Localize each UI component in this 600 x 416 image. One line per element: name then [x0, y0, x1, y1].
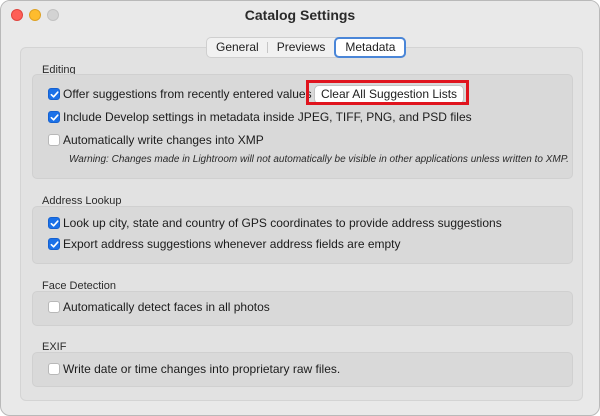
auto-write-xmp-checkbox[interactable] — [48, 134, 60, 146]
tab-previews[interactable]: Previews — [268, 38, 335, 57]
tab-general[interactable]: General — [207, 38, 268, 57]
offer-suggestions-checkbox[interactable] — [48, 88, 60, 100]
auto-write-xmp-row[interactable]: Automatically write changes into XMP — [48, 132, 264, 148]
highlight-box — [306, 80, 469, 105]
export-suggestions-row[interactable]: Export address suggestions whenever addr… — [48, 236, 401, 252]
write-date-row[interactable]: Write date or time changes into propriet… — [48, 361, 340, 377]
lookup-gps-label: Look up city, state and country of GPS c… — [63, 216, 502, 230]
lookup-gps-row[interactable]: Look up city, state and country of GPS c… — [48, 215, 502, 231]
offer-suggestions-row[interactable]: Offer suggestions from recently entered … — [48, 86, 312, 102]
export-suggestions-checkbox[interactable] — [48, 238, 60, 250]
auto-detect-faces-row[interactable]: Automatically detect faces in all photos — [48, 299, 270, 315]
auto-detect-faces-checkbox[interactable] — [48, 301, 60, 313]
include-develop-label: Include Develop settings in metadata ins… — [63, 110, 472, 124]
offer-suggestions-label: Offer suggestions from recently entered … — [63, 87, 312, 101]
auto-write-xmp-label: Automatically write changes into XMP — [63, 133, 264, 147]
write-date-label: Write date or time changes into propriet… — [63, 362, 341, 376]
tab-metadata[interactable]: Metadata — [334, 37, 407, 58]
auto-detect-faces-label: Automatically detect faces in all photos — [63, 300, 270, 314]
write-date-checkbox[interactable] — [48, 363, 60, 375]
include-develop-row[interactable]: Include Develop settings in metadata ins… — [48, 109, 472, 125]
tab-bar: General Previews Metadata — [206, 37, 407, 58]
export-suggestions-label: Export address suggestions whenever addr… — [63, 237, 401, 251]
include-develop-checkbox[interactable] — [48, 111, 60, 123]
window-title: Catalog Settings — [244, 7, 356, 23]
catalog-settings-window: Catalog Settings General Previews Metada… — [0, 0, 600, 416]
lookup-gps-checkbox[interactable] — [48, 217, 60, 229]
title-bar: Catalog Settings — [1, 1, 599, 29]
xmp-warning-text: Warning: Changes made in Lightroom will … — [69, 154, 569, 165]
